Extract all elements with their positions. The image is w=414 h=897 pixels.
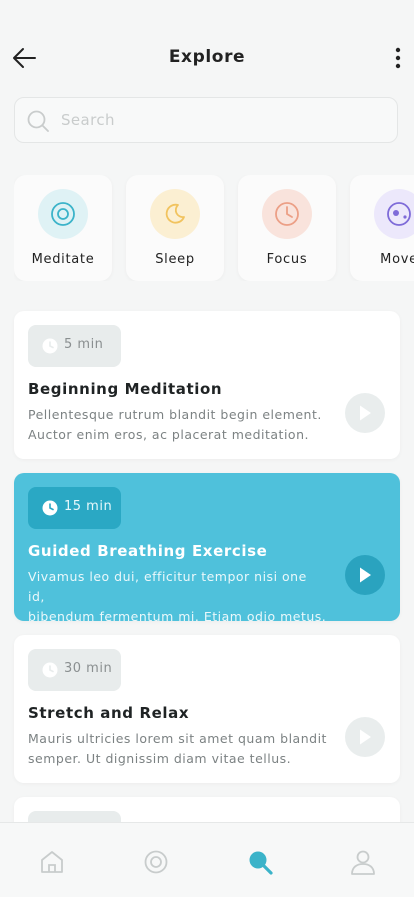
session-description: Mauris ultricies lorem sit amet quam bla…	[28, 729, 328, 769]
meditate-icon	[144, 850, 168, 874]
session-description: Pellentesque rutrum blandit begin elemen…	[28, 405, 328, 445]
description-line: bibendum fermentum mi. Etiam odio metus.	[28, 609, 327, 624]
session-card-active[interactable]: 15 min Guided Breathing Exercise Vivamus…	[14, 473, 400, 624]
nav-profile[interactable]	[348, 847, 378, 877]
session-description: Vivamus leo dui, efficitur tempor nisi o…	[28, 567, 328, 627]
nav-home[interactable]	[37, 847, 67, 877]
category-sleep[interactable]: Sleep	[126, 175, 224, 281]
description-line: Pellentesque rutrum blandit begin elemen…	[28, 407, 322, 422]
play-icon	[360, 729, 371, 745]
category-label: Meditate	[31, 252, 95, 267]
category-meditate[interactable]: Meditate	[14, 175, 112, 281]
session-title: Beginning Meditation	[28, 380, 223, 398]
duration-badge: 30 min	[28, 649, 121, 691]
duration-badge: 5 min	[28, 325, 121, 367]
category-move[interactable]: Move	[350, 175, 414, 281]
category-label: Move	[380, 252, 414, 267]
clock-icon	[42, 338, 58, 354]
play-button[interactable]	[345, 393, 385, 433]
header: Explore	[0, 0, 414, 96]
search-icon	[249, 851, 273, 875]
nav-meditate[interactable]	[141, 847, 171, 877]
play-icon	[360, 405, 371, 421]
play-button[interactable]	[345, 717, 385, 757]
clock-icon	[42, 500, 58, 516]
category-focus[interactable]: Focus	[238, 175, 336, 281]
description-line: Auctor enim eros, ac placerat meditation…	[28, 427, 309, 442]
search-input[interactable]	[61, 98, 381, 142]
bottom-nav	[0, 822, 414, 897]
play-icon	[360, 567, 371, 583]
nav-search[interactable]	[245, 847, 275, 877]
play-button[interactable]	[345, 555, 385, 595]
session-title: Stretch and Relax	[28, 704, 190, 722]
orbit-icon	[374, 189, 414, 239]
category-label: Sleep	[155, 252, 195, 267]
clock-icon	[42, 662, 58, 678]
session-card[interactable]: 5 min Beginning Meditation Pellentesque …	[14, 311, 400, 459]
description-line: semper. Ut dignissim diam vitae tellus.	[28, 751, 292, 766]
category-label: Focus	[266, 252, 308, 267]
target-icon	[38, 189, 88, 239]
home-icon	[41, 851, 63, 873]
description-line: Vivamus leo dui, efficitur tempor nisi o…	[28, 569, 307, 604]
moon-icon	[150, 189, 200, 239]
search-icon	[27, 110, 49, 132]
duration-badge: 15 min	[28, 487, 121, 529]
clock-icon	[262, 189, 312, 239]
duration-text: 15 min	[64, 499, 113, 514]
more-button[interactable]	[388, 44, 408, 72]
page-title: Explore	[168, 47, 246, 67]
description-line: Mauris ultricies lorem sit amet quam bla…	[28, 731, 327, 746]
session-card[interactable]: 30 min Stretch and Relax Mauris ultricie…	[14, 635, 400, 783]
more-vertical-icon	[395, 47, 401, 69]
profile-icon	[351, 850, 375, 875]
duration-text: 5 min	[64, 337, 104, 352]
search-bar	[14, 97, 398, 143]
session-title: Guided Breathing Exercise	[28, 542, 268, 560]
category-list: Meditate Sleep Focus Move	[14, 175, 414, 281]
duration-text: 30 min	[64, 661, 113, 676]
